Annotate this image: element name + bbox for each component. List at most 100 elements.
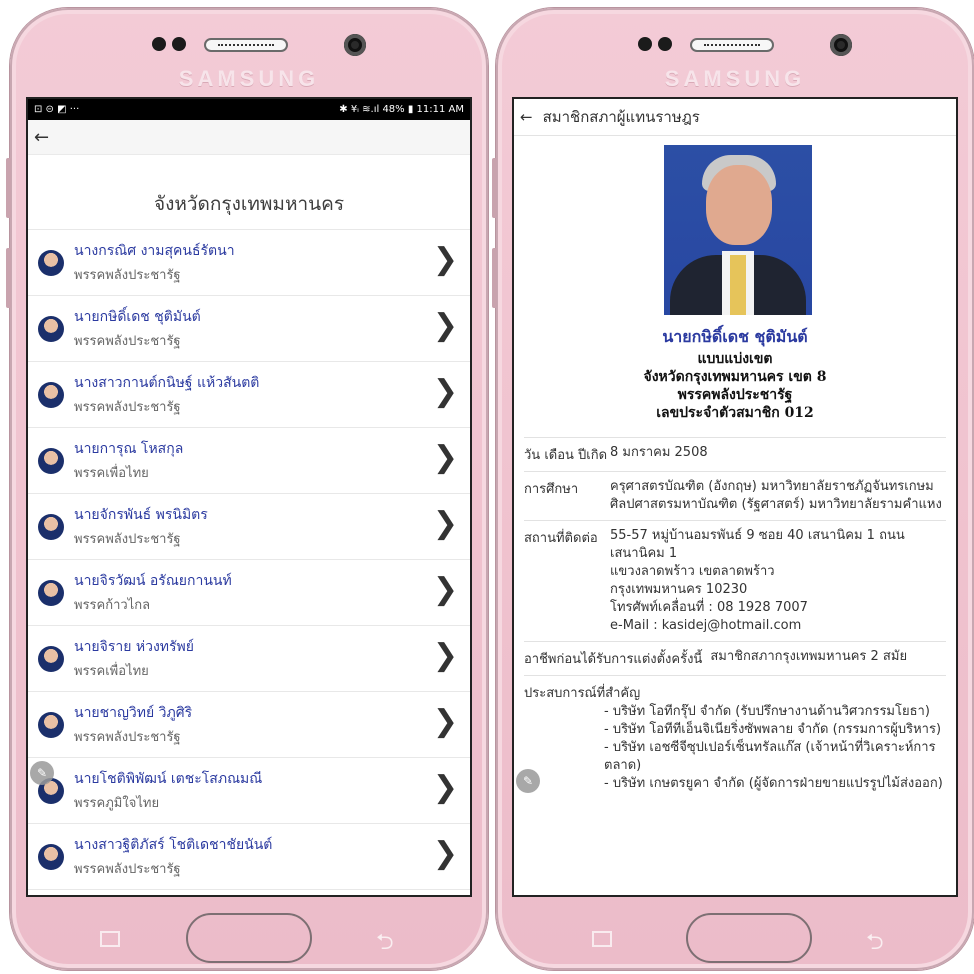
mp-name: นายจิราย ห่วงทรัพย์: [74, 639, 194, 655]
email-line: e-Mail : kasidej@hotmail.com: [610, 618, 802, 633]
mp-party: พรรคพลังประชารัฐ: [74, 862, 181, 877]
list-item[interactable]: นายจิราย ห่วงทรัพย์พรรคเพื่อไทย ❯: [28, 625, 470, 691]
mp-name: นายชาญวิทย์ วิภูศิริ: [74, 705, 193, 721]
list-item[interactable]: นายจักรพันธ์ พรนิมิตรพรรคพลังประชารัฐ ❯: [28, 493, 470, 559]
education-label: การศึกษา: [524, 482, 579, 497]
list-item[interactable]: นายกษิดิ์เดช ชุติมันต์ พรรคพลังประชารัฐ ❯: [28, 295, 470, 361]
home-button[interactable]: [186, 913, 312, 963]
list-item[interactable]: นางกรณิศ งามสุคนธ์รัตนาพรรคพลังประชารัฐ ❯: [28, 229, 470, 295]
nav-back-icon[interactable]: ⮌: [866, 925, 884, 963]
brand-logo: SAMSUNG: [664, 66, 806, 91]
side-button: [492, 248, 497, 308]
mp-avatar: [38, 513, 64, 540]
list-item[interactable]: นายโชติพิพัฒน์ เตชะโสภณมณีพรรคภูมิใจไทย ❯: [28, 757, 470, 823]
side-button: [492, 158, 497, 218]
chevron-right-icon: ❯: [432, 572, 458, 607]
address-row: สถานที่ติดต่อ 55-57 หมู่บ้านอมรพันธ์ 9 ซ…: [524, 520, 946, 641]
career-label: อาชีพก่อนได้รับการแต่งตั้งครั้งนี้: [524, 652, 703, 667]
mp-party: พรรคพลังประชารัฐ: [74, 532, 181, 547]
nav-back-icon[interactable]: ⮌: [376, 925, 394, 963]
mp-avatar: [38, 315, 64, 342]
phone-frame-left: SAMSUNG ⊡ ⊝ ◩ ··· ✱ ¥ᵢ ≋.ıl 48% ▮ 11:11 …: [6, 8, 488, 970]
mp-name: นายกษิดิ์เดช ชุติมันต์: [662, 327, 808, 346]
experience-item: - บริษัท โอทีทีเอ็นจิเนียริ่งซัพพลาย จำก…: [604, 722, 942, 737]
address-line: 55-57 หมู่บ้านอมรพันธ์ 9 ซอย 40 เสนานิคม…: [610, 528, 905, 561]
mp-list: นางกรณิศ งามสุคนธ์รัตนาพรรคพลังประชารัฐ ❯…: [28, 229, 470, 895]
back-arrow-icon[interactable]: ←: [520, 108, 533, 126]
home-button[interactable]: [686, 913, 812, 963]
mp-party: พรรคเพื่อไทย: [74, 466, 149, 481]
mp-party: พรรคภูมิใจไทย: [74, 796, 160, 811]
recent-apps-icon[interactable]: [100, 931, 120, 947]
front-camera: [344, 34, 366, 56]
mp-name: นางสาวกานต์กนิษฐ์ แห้วสันตติ: [74, 375, 260, 391]
mp-party: พรรคพลังประชารัฐ: [74, 334, 181, 349]
education-line: ศิลปศาสตรมหาบัณฑิต (รัฐศาสตร์) มหาวิทยาล…: [610, 497, 942, 512]
mp-name: นายโชติพิพัฒน์ เตชะโสภณมณี: [74, 771, 263, 787]
chevron-right-icon: ❯: [432, 374, 458, 409]
mp-info: วัน เดือน ปีเกิด 8 มกราคม 2508 การศึกษา …: [524, 437, 946, 799]
experience-item: - บริษัท โอทีกรุ๊ป จำกัด (รับปรึกษางานด้…: [604, 704, 930, 719]
status-icons-right: ✱ ¥ᵢ ≋.ıl 48% ▮ 11:11 AM: [339, 104, 464, 115]
career-row: อาชีพก่อนได้รับการแต่งตั้งครั้งนี้ สมาชิ…: [524, 641, 946, 675]
status-bar: ⊡ ⊝ ◩ ··· ✱ ¥ᵢ ≋.ıl 48% ▮ 11:11 AM: [28, 99, 470, 120]
phone-frame-right: SAMSUNG ← สมาชิกสภาผู้แทนราษฎร นายกษิดิ์…: [492, 8, 974, 970]
list-item[interactable]: นายณัธชา บุญไชยอินสวัสดิ์❯: [28, 889, 470, 895]
mp-district: จังหวัดกรุงเทพมหานคร เขต 8: [643, 369, 827, 385]
edit-fab-icon[interactable]: ✎: [30, 761, 54, 785]
phone-line: โทรศัพท์เคลื่อนที่ : 08 1928 7007: [610, 600, 808, 615]
education-line: ครุศาสตรบัณฑิต (อังกฤษ) มหาวิทยาลัยราชภั…: [610, 479, 934, 494]
list-item[interactable]: นายชาญวิทย์ วิภูศิริ พรรคพลังประชารัฐ ❯: [28, 691, 470, 757]
mp-party: พรรคเพื่อไทย: [74, 664, 149, 679]
mp-avatar: [38, 381, 64, 408]
mp-avatar: [38, 447, 64, 474]
edit-fab-icon[interactable]: ✎: [516, 769, 540, 793]
address-line: กรุงเทพมหานคร 10230: [610, 582, 748, 597]
address-line: แขวงลาดพร้าว เขตลาดพร้าว: [610, 564, 775, 579]
birth-value: 8 มกราคม 2508: [610, 445, 708, 460]
mp-party: พรรคก้าวไกล: [74, 598, 151, 613]
mp-party: พรรคพลังประชารัฐ: [74, 400, 181, 415]
back-arrow-icon[interactable]: ←: [34, 127, 49, 148]
list-item[interactable]: นายการุณ โหสกุล พรรคเพื่อไทย ❯: [28, 427, 470, 493]
chevron-right-icon: ❯: [432, 836, 458, 871]
mp-party: พรรคพลังประชารัฐ: [677, 387, 793, 403]
list-item[interactable]: นายจิรวัฒน์ อรัณยกานนท์พรรคก้าวไกล ❯: [28, 559, 470, 625]
brand-logo: SAMSUNG: [178, 66, 320, 91]
chevron-right-icon: ❯: [432, 506, 458, 541]
experience-item: - บริษัท เกษตรยูคา จำกัด (ผู้จัดการฝ่ายข…: [604, 776, 943, 791]
mp-avatar: [38, 645, 64, 672]
address-label: สถานที่ติดต่อ: [524, 531, 598, 546]
mp-name: นางกรณิศ งามสุคนธ์รัตนา: [74, 243, 235, 259]
chevron-right-icon: ❯: [432, 638, 458, 673]
list-item[interactable]: นางสาวกานต์กนิษฐ์ แห้วสันตติพรรคพลังประช…: [28, 361, 470, 427]
earpiece: [204, 38, 288, 52]
mp-photo: [664, 145, 812, 315]
birth-label: วัน เดือน ปีเกิด: [524, 448, 608, 463]
chevron-right-icon: ❯: [432, 770, 458, 805]
side-button: [6, 158, 11, 218]
mp-name: นางสาวฐิติภัสร์ โชติเดชาชัยนันต์: [74, 837, 273, 853]
experience-label: ประสบการณ์ที่สำคัญ: [524, 686, 641, 701]
education-row: การศึกษา ครุศาสตรบัณฑิต (อังกฤษ) มหาวิทย…: [524, 471, 946, 520]
recent-apps-icon[interactable]: [592, 931, 612, 947]
list-item[interactable]: นางสาวฐิติภัสร์ โชติเดชาชัยนันต์พรรคพลัง…: [28, 823, 470, 889]
status-icons-left: ⊡ ⊝ ◩ ···: [34, 104, 80, 115]
province-title: จังหวัดกรุงเทพมหานคร: [153, 193, 345, 215]
career-value: สมาชิกสภากรุงเทพมหานคร 2 สมัย: [710, 649, 908, 664]
birth-row: วัน เดือน ปีเกิด 8 มกราคม 2508: [524, 437, 946, 471]
mp-name: นายจิรวัฒน์ อรัณยกานนท์: [74, 573, 232, 589]
mp-avatar: [38, 843, 64, 870]
chevron-right-icon: ❯: [432, 704, 458, 739]
sensor-dots: [638, 37, 672, 51]
mp-avatar: [38, 711, 64, 738]
screen-left: ⊡ ⊝ ◩ ··· ✱ ¥ᵢ ≋.ıl 48% ▮ 11:11 AM ← จัง…: [26, 97, 472, 897]
chevron-right-icon: ❯: [432, 242, 458, 277]
mp-name: นายการุณ โหสกุล: [74, 441, 184, 457]
mp-party: พรรคพลังประชารัฐ: [74, 268, 181, 283]
mp-name: นายจักรพันธ์ พรนิมิตร: [74, 507, 208, 523]
sensor-dots: [152, 37, 186, 51]
mp-profile: นายกษิดิ์เดช ชุติมันต์ แบบแบ่งเขต จังหวั…: [514, 325, 956, 422]
mp-type: แบบแบ่งเขต: [697, 351, 773, 367]
mp-member-id: เลขประจำตัวสมาชิก 012: [656, 405, 814, 421]
